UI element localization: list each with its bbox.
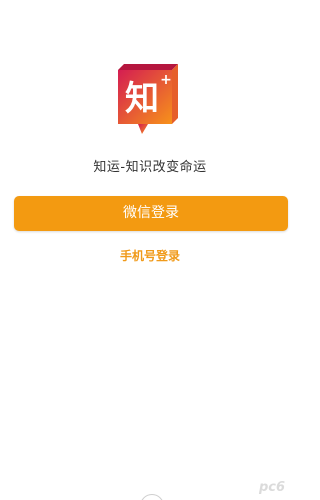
logo-character: 知	[125, 79, 159, 119]
wechat-login-button[interactable]: 微信登录	[14, 196, 288, 231]
bottom-circle-icon	[140, 494, 164, 500]
watermark-text: pc6	[258, 480, 285, 494]
logo-plus: +	[160, 72, 172, 88]
app-logo: 知 +	[112, 62, 192, 142]
phone-login-link[interactable]: 手机号登录	[0, 247, 300, 264]
app-tagline: 知运-知识改变命运	[93, 160, 207, 175]
login-screen: 知 + 知运-知识改变命运 微信登录 手机号登录 pc6	[0, 0, 300, 500]
watermark-logo: pc6	[252, 478, 292, 495]
